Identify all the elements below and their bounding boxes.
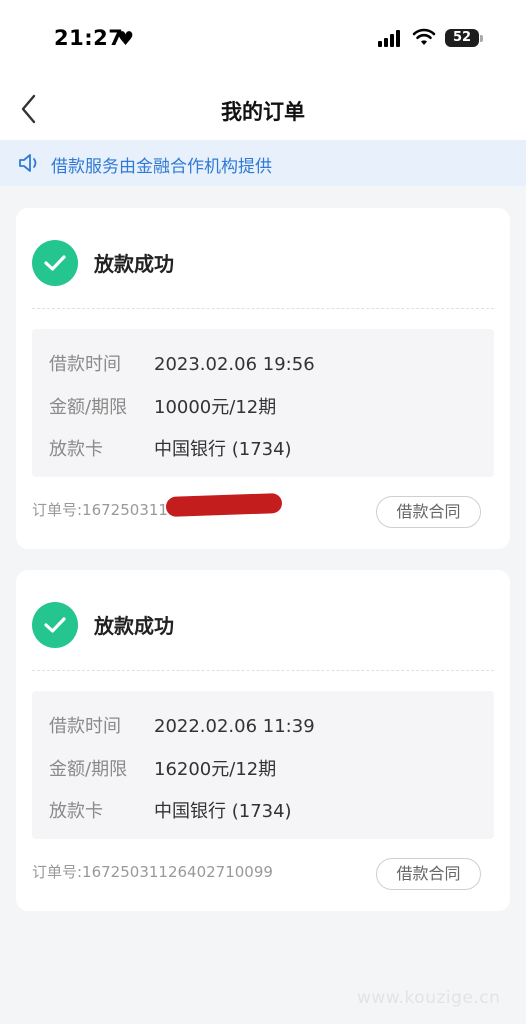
detail-label: 金额/期限: [49, 759, 128, 780]
detail-value: 2022.02.06 11:39: [154, 716, 315, 737]
detail-value: 中国银行 (1734): [154, 439, 292, 460]
heart-icon: ♥: [117, 28, 135, 50]
speaker-icon: [19, 154, 37, 172]
page-title: 我的订单: [221, 100, 305, 124]
detail-value: 10000元/12期: [154, 397, 277, 418]
nav-bar: 我的订单: [0, 78, 526, 140]
detail-row-amount: 金额/期限 10000元/12期: [49, 393, 276, 419]
detail-value: 16200元/12期: [154, 759, 277, 780]
status-bar: 21:27 ♥ 52: [0, 0, 526, 78]
contract-button[interactable]: 借款合同: [376, 858, 481, 890]
redaction-mark: [165, 492, 283, 518]
detail-label: 放款卡: [49, 801, 103, 822]
battery-icon: 52: [445, 29, 479, 47]
detail-row-time: 借款时间 2022.02.06 11:39: [49, 712, 315, 738]
order-status: 放款成功: [94, 614, 174, 638]
order-number: 订单号:1672503110: [32, 501, 178, 519]
detail-row-card: 放款卡 中国银行 (1734): [49, 435, 292, 461]
order-number: 订单号:16725031126402710099: [32, 863, 273, 881]
notice-text: 借款服务由金融合作机构提供: [51, 157, 272, 177]
detail-value: 中国银行 (1734): [154, 801, 292, 822]
detail-label: 借款时间: [49, 716, 121, 737]
detail-label: 借款时间: [49, 354, 121, 375]
detail-row-time: 借款时间 2023.02.06 19:56: [49, 350, 315, 376]
check-circle-icon: [32, 240, 78, 286]
status-time: 21:27: [54, 26, 124, 50]
detail-row-card: 放款卡 中国银行 (1734): [49, 797, 292, 823]
detail-label: 金额/期限: [49, 397, 128, 418]
signal-icon: [378, 30, 404, 47]
order-details: 借款时间 2023.02.06 19:56 金额/期限 10000元/12期 放款卡…: [32, 329, 494, 477]
wifi-icon: [412, 28, 436, 45]
divider: [32, 670, 494, 671]
detail-row-amount: 金额/期限 16200元/12期: [49, 755, 276, 781]
divider: [32, 308, 494, 309]
check-circle-icon: [32, 602, 78, 648]
watermark: www.kouzige.cn: [357, 988, 501, 1008]
battery-tip: [480, 35, 483, 42]
contract-button[interactable]: 借款合同: [376, 496, 481, 528]
order-status: 放款成功: [94, 252, 174, 276]
detail-label: 放款卡: [49, 439, 103, 460]
order-card[interactable]: 放款成功 借款时间 2023.02.06 19:56 金额/期限 10000元/12…: [16, 208, 510, 549]
order-card[interactable]: 放款成功 借款时间 2022.02.06 11:39 金额/期限 16200元/12…: [16, 570, 510, 911]
detail-value: 2023.02.06 19:56: [154, 354, 315, 375]
order-details: 借款时间 2022.02.06 11:39 金额/期限 16200元/12期 放款卡…: [32, 691, 494, 839]
notice-banner: 借款服务由金融合作机构提供: [0, 140, 526, 186]
